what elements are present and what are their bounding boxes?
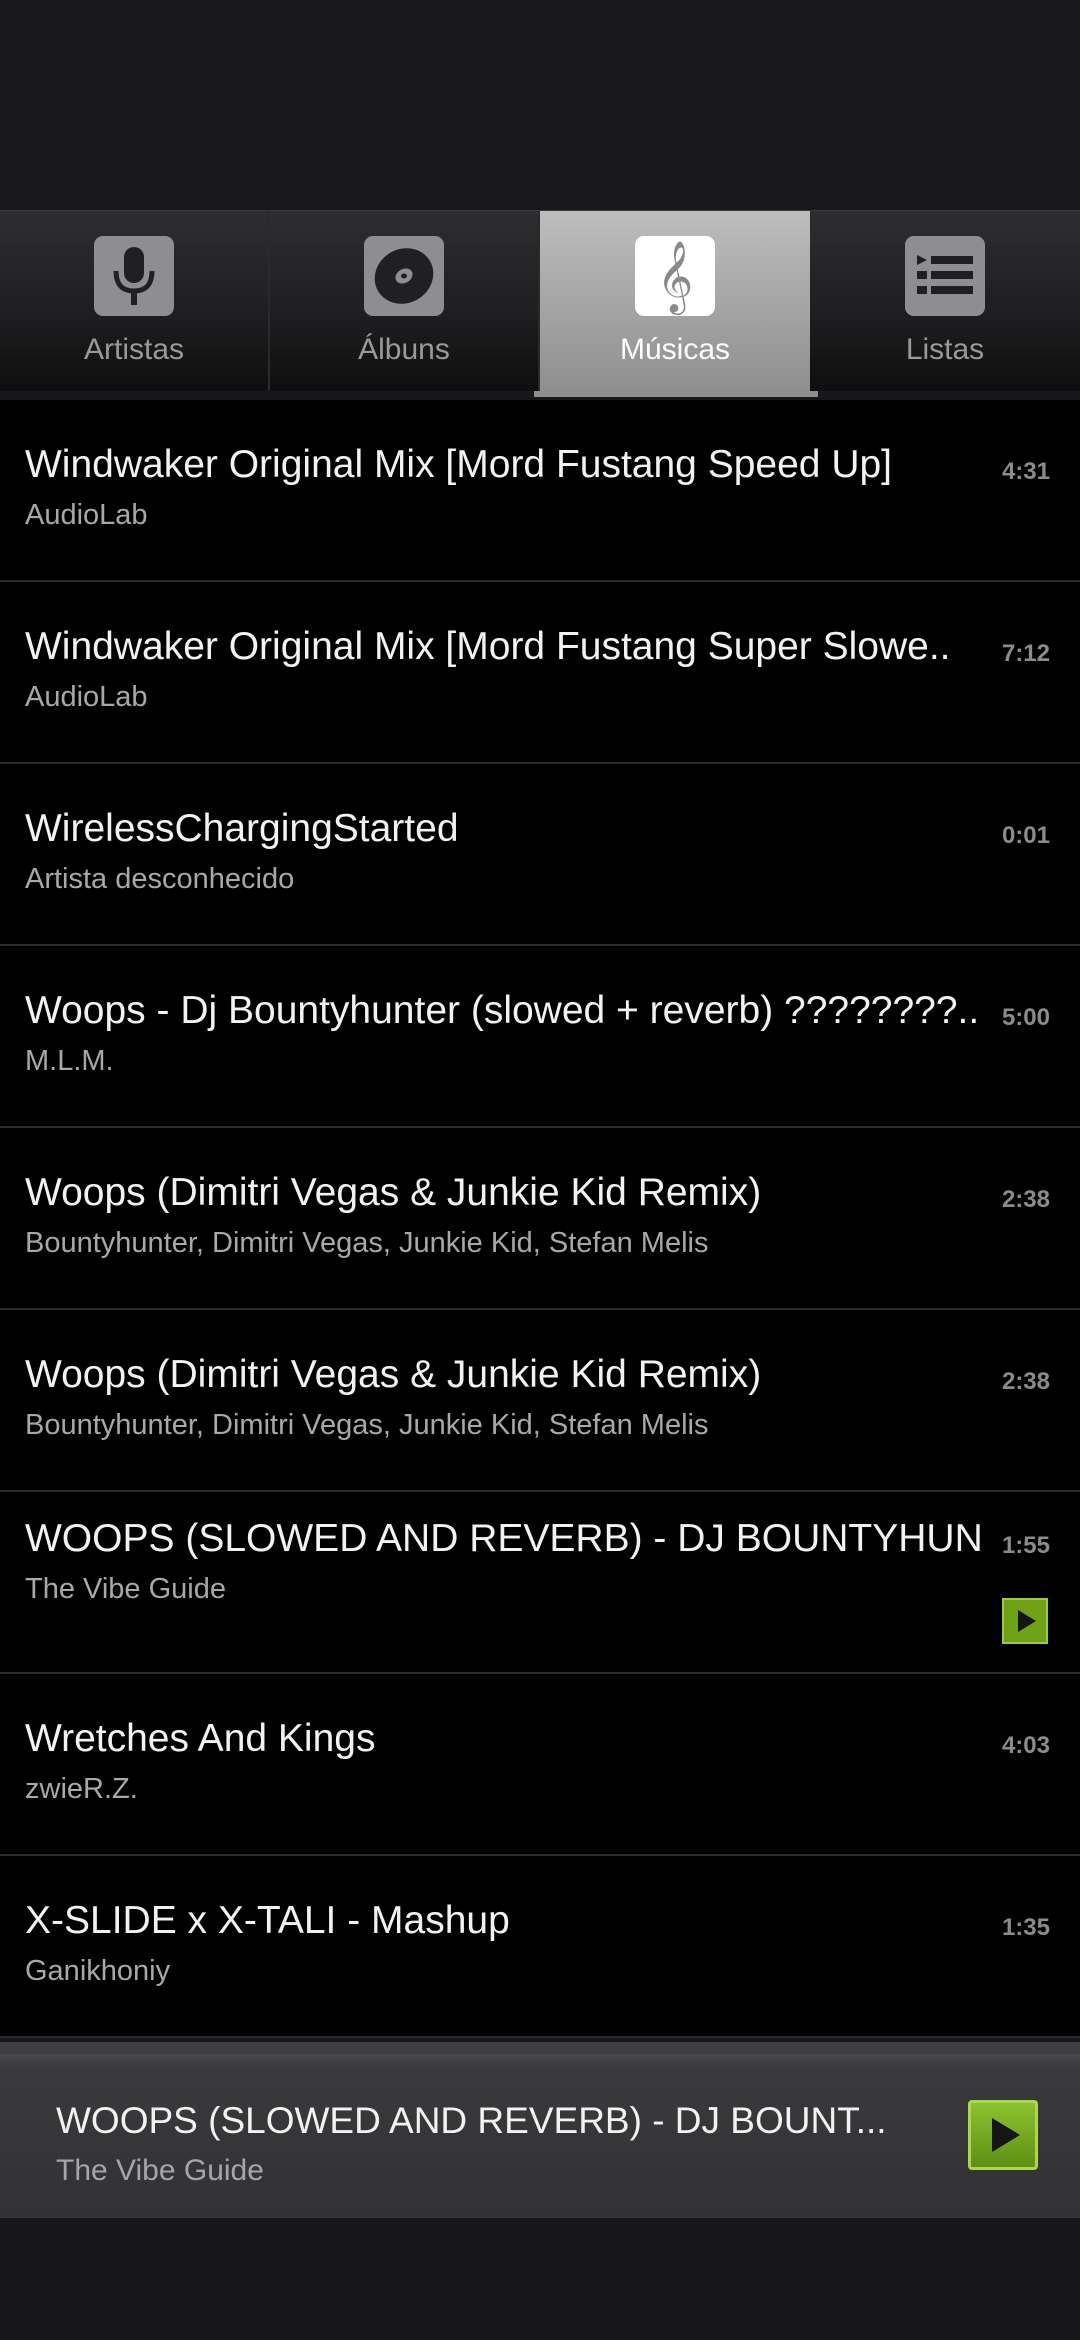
song-row[interactable]: X-SLIDE x X-TALI - Mashup Ganikhoniy 1:3… [0,1856,1080,2038]
song-row[interactable]: WirelessChargingStarted Artista desconhe… [0,764,1080,946]
now-playing-artist: The Vibe Guide [56,2154,264,2187]
song-duration: 1:35 [1001,1914,1050,1941]
disc-icon [364,236,444,316]
play-icon [992,2118,1020,2152]
song-title: Woops (Dimitri Vegas & Junkie Kid Remix) [25,1171,762,1214]
list-icon [905,236,985,316]
song-artist: Ganikhoniy [25,1955,171,1987]
status-bar-area [0,0,1080,210]
tab-bar: Artistas Álbuns 𝄞 Músicas Listas [0,210,1080,397]
song-artist: AudioLab [25,681,148,713]
song-row[interactable]: Wretches And Kings zwieR.Z. 4:03 [0,1674,1080,1856]
song-row[interactable]: Windwaker Original Mix [Mord Fustang Sup… [0,582,1080,764]
song-duration: 4:31 [1001,458,1050,485]
song-artist: Bountyhunter, Dimitri Vegas, Junkie Kid,… [25,1227,709,1259]
song-artist: M.L.M. [25,1045,114,1077]
playing-indicator-icon [1002,1598,1048,1644]
song-title: WOOPS (SLOWED AND REVERB) - DJ BOUNTYHUN… [25,1517,980,1560]
play-button[interactable] [968,2100,1038,2170]
song-duration: 2:38 [1001,1368,1050,1395]
now-playing-title: WOOPS (SLOWED AND REVERB) - DJ BOUNT... [56,2100,887,2141]
song-row-now-playing[interactable]: WOOPS (SLOWED AND REVERB) - DJ BOUNTYHUN… [0,1492,1080,1674]
song-row[interactable]: Windwaker Original Mix [Mord Fustang Spe… [0,400,1080,582]
song-duration: 7:12 [1001,640,1050,667]
song-title: Windwaker Original Mix [Mord Fustang Spe… [25,443,893,486]
song-title: X-SLIDE x X-TALI - Mashup [25,1899,510,1942]
tab-albuns[interactable]: Álbuns [270,211,540,391]
song-duration: 0:01 [1001,822,1050,849]
tab-listas[interactable]: Listas [810,211,1080,391]
song-row[interactable]: Woops (Dimitri Vegas & Junkie Kid Remix)… [0,1128,1080,1310]
bottom-area [0,2218,1080,2340]
song-title: Windwaker Original Mix [Mord Fustang Sup… [25,625,951,668]
music-app: Artistas Álbuns 𝄞 Músicas Listas Windwak… [0,0,1080,2340]
now-playing-bar[interactable]: WOOPS (SLOWED AND REVERB) - DJ BOUNT... … [0,2042,1080,2218]
song-duration: 2:38 [1001,1186,1050,1213]
tab-artistas[interactable]: Artistas [0,211,270,391]
song-artist: AudioLab [25,499,148,531]
song-duration: 5:00 [1001,1004,1050,1031]
song-artist: Artista desconhecido [25,863,295,895]
song-title: WirelessChargingStarted [25,807,459,850]
song-title: Wretches And Kings [25,1717,376,1760]
song-artist: The Vibe Guide [25,1573,226,1605]
treble-clef-icon: 𝄞 [635,236,715,316]
song-row[interactable]: Woops - Dj Bountyhunter (slowed + reverb… [0,946,1080,1128]
song-artist: zwieR.Z. [25,1773,138,1805]
song-artist: Bountyhunter, Dimitri Vegas, Junkie Kid,… [25,1409,709,1441]
song-title: Woops - Dj Bountyhunter (slowed + reverb… [25,989,980,1032]
song-duration: 1:55 [1001,1532,1050,1559]
tab-label: Álbuns [358,333,450,366]
song-title: Woops (Dimitri Vegas & Junkie Kid Remix) [25,1353,762,1396]
song-list: Windwaker Original Mix [Mord Fustang Spe… [0,400,1080,2038]
song-row[interactable]: Woops (Dimitri Vegas & Junkie Kid Remix)… [0,1310,1080,1492]
microphone-icon [94,236,174,316]
tab-label: Artistas [83,333,185,366]
tab-musicas[interactable]: 𝄞 Músicas [534,211,818,397]
tab-label: Músicas [619,333,731,366]
tab-label: Listas [905,333,985,366]
song-duration: 4:03 [1001,1732,1050,1759]
